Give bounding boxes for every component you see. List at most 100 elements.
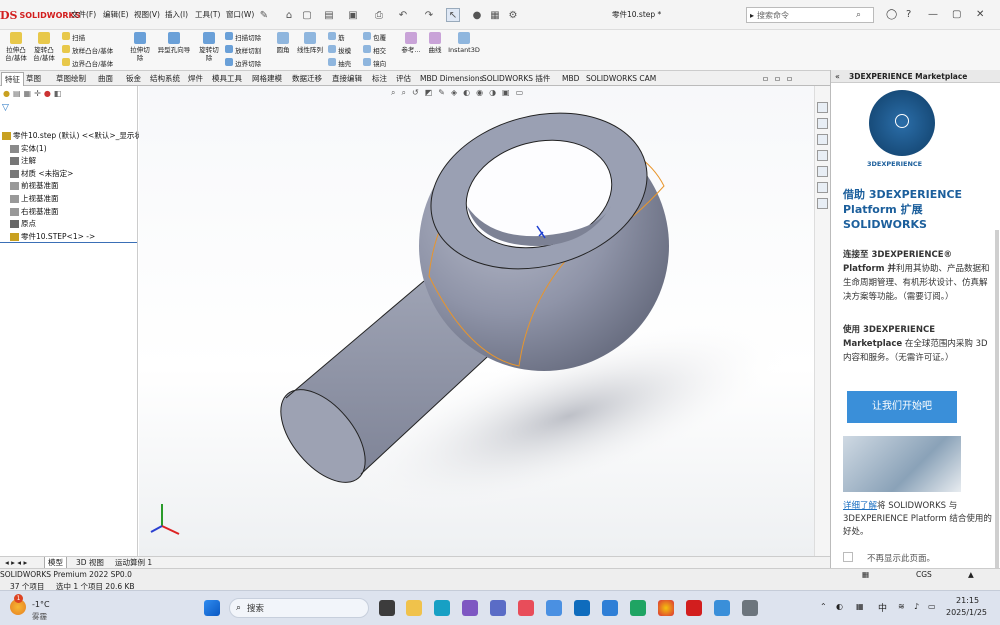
app-icon-2[interactable]: [518, 600, 534, 616]
ime-indicator[interactable]: 中: [878, 601, 887, 614]
app-icon-3[interactable]: [546, 600, 562, 616]
save-icon[interactable]: ▣: [346, 8, 360, 22]
menu-insert[interactable]: 插入(I): [165, 9, 188, 20]
chrome-icon[interactable]: [658, 600, 674, 616]
menu-view[interactable]: 视图(V): [134, 9, 160, 20]
swept-cut-button[interactable]: 扫描切除: [225, 32, 261, 42]
shell-button[interactable]: 抽壳: [328, 58, 351, 68]
tab-10[interactable]: 直接编辑: [329, 72, 365, 86]
boundary-cut-button[interactable]: 边界切除: [225, 58, 261, 68]
tree-imported-feature[interactable]: 零件10.STEP<1> ->: [10, 231, 95, 243]
get-started-button[interactable]: 让我们开始吧: [847, 391, 957, 423]
view-palette-icon[interactable]: [817, 166, 828, 177]
app-icon-6[interactable]: [714, 600, 730, 616]
hole-wizard-button[interactable]: 异型孔向导: [155, 32, 193, 54]
tab-9[interactable]: 数据迁移: [289, 72, 325, 86]
tab-1[interactable]: 草图: [23, 72, 44, 86]
status-menu-icon[interactable]: ▲: [968, 570, 974, 579]
solidworks-resources-icon[interactable]: [817, 102, 828, 113]
tree-front-plane[interactable]: 前视基准面: [10, 180, 59, 192]
taskbar-search[interactable]: ⌕ 搜索: [229, 598, 369, 618]
menu-file[interactable]: 文件(F): [71, 9, 96, 20]
boundary-boss-button[interactable]: 边界凸台/基体: [62, 58, 113, 68]
learn-more-link[interactable]: 详细了解: [843, 501, 877, 511]
tray-expand-icon[interactable]: ⌃: [820, 602, 827, 611]
search-icon[interactable]: ⌕: [856, 10, 861, 20]
tray-app-icon-2[interactable]: ▦: [856, 602, 864, 611]
tree-top-plane[interactable]: 上视基准面: [10, 193, 59, 205]
curves-button[interactable]: 曲线: [425, 32, 445, 54]
intersect-button[interactable]: 相交: [363, 45, 386, 55]
tab-2[interactable]: 草图绘制: [53, 72, 89, 86]
windows-start-icon[interactable]: [204, 600, 220, 616]
collapse-icon[interactable]: «: [835, 72, 840, 81]
tree-annotations[interactable]: 注解: [10, 155, 36, 167]
cam-tab-icon[interactable]: ◧: [54, 89, 62, 98]
tab-0[interactable]: 特征: [1, 72, 24, 86]
tree-root[interactable]: 零件10.step (默认) <<默认>_显示状: [2, 130, 142, 142]
tree-solid-bodies[interactable]: 实体(1): [10, 143, 47, 155]
tab-5[interactable]: 结构系统: [147, 72, 183, 86]
open-icon[interactable]: ▤: [322, 8, 336, 22]
print-icon[interactable]: ⎙: [372, 8, 386, 22]
wrap-button[interactable]: 包覆: [363, 32, 386, 42]
tree-origin[interactable]: 原点: [10, 218, 36, 230]
clock-time[interactable]: 21:15: [956, 596, 979, 605]
tab-13[interactable]: MBD Dimensions: [417, 72, 487, 86]
mirror-button[interactable]: 镜向: [363, 58, 386, 68]
tab-11[interactable]: 标注: [369, 72, 390, 86]
solidworks-logo[interactable]: ƊS SOLIDWORKS: [0, 7, 81, 23]
tree-material[interactable]: 材质 <未指定>: [10, 168, 73, 180]
linear-pattern-button[interactable]: 线性阵列: [294, 32, 326, 54]
3dexperience-marketplace-icon[interactable]: [817, 118, 828, 129]
wifi-icon[interactable]: ≋: [898, 602, 905, 611]
rebuild-icon[interactable]: ●: [470, 8, 484, 22]
taskpane-scrollbar[interactable]: [995, 230, 999, 570]
battery-icon[interactable]: ▭: [928, 602, 936, 611]
app-icon-5[interactable]: [630, 600, 646, 616]
tab-7[interactable]: 模具工具: [209, 72, 245, 86]
menu-edit[interactable]: 编辑(E): [103, 9, 129, 20]
fillet-button[interactable]: 圆角: [273, 32, 293, 54]
custom-properties-icon[interactable]: [817, 198, 828, 209]
tab-14[interactable]: SOLIDWORKS 插件: [479, 72, 553, 86]
feature-manager-tab-icon[interactable]: ●: [3, 89, 10, 98]
configuration-manager-tab-icon[interactable]: ▦: [24, 89, 32, 98]
undo-icon[interactable]: ↶: [396, 8, 410, 22]
tab-8[interactable]: 网格建模: [249, 72, 285, 86]
dimxpert-tab-icon[interactable]: ✛: [34, 89, 41, 98]
options-icon[interactable]: ⚙: [506, 8, 520, 22]
loft-button[interactable]: 放样凸台/基体: [62, 45, 113, 55]
file-explorer-taskbar-icon[interactable]: [406, 600, 422, 616]
tray-app-icon[interactable]: ◐: [836, 602, 843, 611]
revolve-cut-button[interactable]: 旋转切 除: [196, 32, 222, 62]
store-icon[interactable]: [462, 600, 478, 616]
close-icon[interactable]: ✕: [976, 9, 984, 20]
minimize-icon[interactable]: —: [928, 9, 938, 20]
tree-right-plane[interactable]: 右视基准面: [10, 206, 59, 218]
tab-maximize-icon[interactable]: ▫: [784, 72, 795, 86]
help-icon[interactable]: ?: [906, 9, 911, 20]
search-commands-input[interactable]: ▸ 搜索命令 ⌕: [746, 7, 874, 23]
tab-4[interactable]: 钣金: [123, 72, 144, 86]
status-units[interactable]: CGS: [916, 570, 932, 579]
outlook-icon[interactable]: [574, 600, 590, 616]
tab-12[interactable]: 评估: [393, 72, 414, 86]
pin-icon[interactable]: ✎: [257, 8, 271, 22]
property-manager-tab-icon[interactable]: ▤: [13, 89, 21, 98]
task-view-icon[interactable]: [379, 600, 395, 616]
menu-tools[interactable]: 工具(T): [195, 9, 220, 20]
extrude-boss-button[interactable]: 拉伸凸 台/基体: [3, 32, 29, 62]
revolve-boss-button[interactable]: 旋转凸 台/基体: [31, 32, 57, 62]
design-library-icon[interactable]: [817, 134, 828, 145]
extrude-cut-button[interactable]: 拉伸切 除: [127, 32, 153, 62]
app-icon-1[interactable]: [490, 600, 506, 616]
edge-icon[interactable]: [434, 600, 450, 616]
solidworks-taskbar-icon[interactable]: [686, 600, 702, 616]
tab-16[interactable]: SOLIDWORKS CAM: [583, 72, 659, 86]
new-icon[interactable]: ▢: [300, 8, 314, 22]
sweep-button[interactable]: 扫描: [62, 32, 85, 42]
select-icon[interactable]: ↖: [446, 8, 460, 22]
rib-button[interactable]: 筋: [328, 32, 345, 42]
filter-icon[interactable]: ▽: [2, 103, 9, 113]
